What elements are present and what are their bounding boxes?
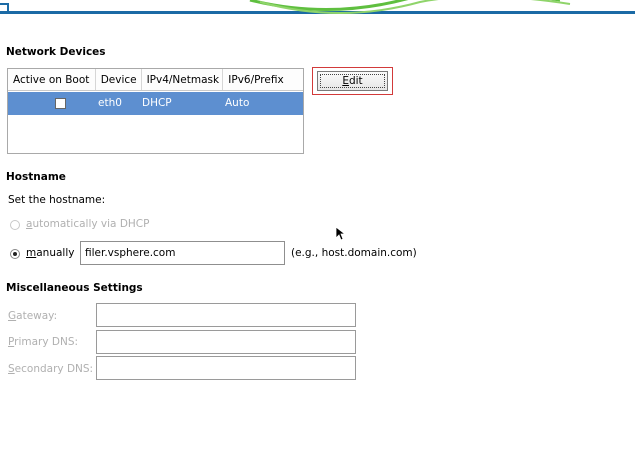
edit-button[interactable]: Edit — [317, 71, 388, 91]
secondary-dns-input[interactable] — [96, 356, 356, 380]
ipv6-cell: Auto — [225, 97, 250, 109]
active-on-boot-checkbox[interactable] — [55, 98, 66, 109]
edit-button-focus-frame: Edit — [312, 67, 393, 95]
manual-label[interactable]: manually — [26, 247, 74, 259]
network-devices-table[interactable]: Active on Boot Device IPv4/Netmask IPv6/… — [7, 68, 304, 154]
manual-radio[interactable] — [10, 249, 20, 259]
table-row[interactable]: eth0 DHCP Auto — [8, 92, 303, 115]
ipv4-cell: DHCP — [142, 97, 172, 109]
column-header-ipv4[interactable]: IPv4/Netmask — [142, 69, 224, 90]
secondary-dns-label: Secondary DNS: — [8, 363, 94, 375]
edit-mnemonic: E — [342, 75, 349, 87]
misc-settings-title: Miscellaneous Settings — [6, 282, 143, 294]
auto-dhcp-radio[interactable] — [10, 220, 20, 230]
primary-dns-label: Primary DNS: — [8, 336, 79, 348]
hostname-instruction: Set the hostname: — [8, 194, 106, 206]
table-header: Active on Boot Device IPv4/Netmask IPv6/… — [8, 69, 303, 91]
gateway-input[interactable] — [96, 303, 356, 327]
column-header-ipv6[interactable]: IPv6/Prefix — [223, 69, 303, 90]
primary-dns-input[interactable] — [96, 330, 356, 354]
top-banner — [0, 0, 635, 14]
column-header-device[interactable]: Device — [96, 69, 142, 90]
hostname-example: (e.g., host.domain.com) — [291, 247, 417, 259]
hostname-title: Hostname — [6, 171, 66, 183]
gateway-label: Gateway: — [8, 310, 58, 322]
auto-dhcp-label[interactable]: automatically via DHCP — [26, 218, 149, 230]
device-cell: eth0 — [98, 97, 122, 109]
column-header-active[interactable]: Active on Boot — [8, 69, 96, 90]
hostname-input[interactable]: filer.vsphere.com — [80, 241, 285, 265]
network-devices-title: Network Devices — [6, 46, 106, 58]
mouse-pointer-icon — [335, 226, 347, 241]
banner-swoosh-icon — [0, 0, 571, 14]
